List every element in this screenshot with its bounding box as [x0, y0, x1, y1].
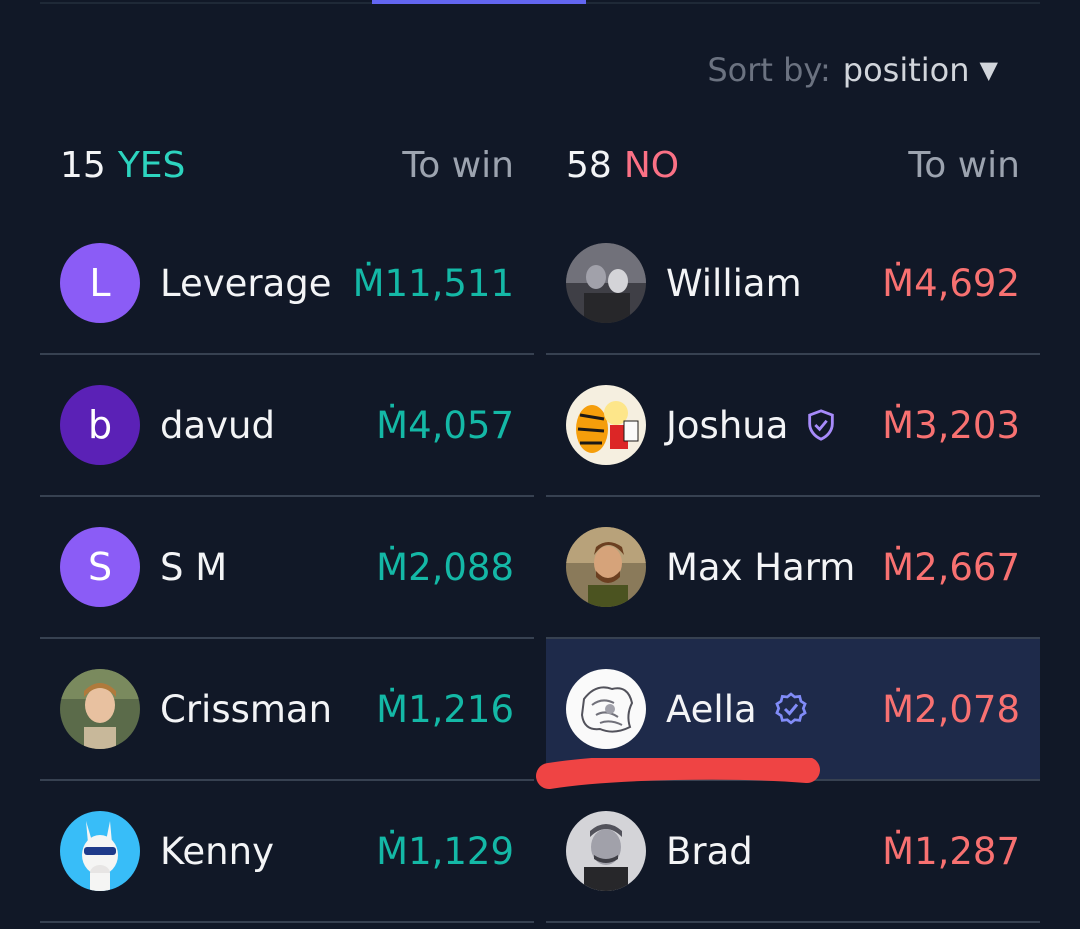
holder-name[interactable]: S M — [160, 546, 227, 589]
to-win-amount: Ṁ1,287 — [882, 829, 1020, 873]
to-win-amount: Ṁ11,511 — [352, 261, 514, 305]
holder-name[interactable]: Brad — [666, 830, 753, 873]
holder-name[interactable]: davud — [160, 404, 275, 447]
verified-icon — [773, 691, 809, 727]
holder-row[interactable]: L Leverage Ṁ11,511 — [40, 213, 534, 355]
avatar-initial: b — [87, 403, 113, 447]
holder-name[interactable]: Crissman — [160, 688, 332, 731]
to-win-amount: Ṁ2,088 — [376, 545, 514, 589]
to-win-amount: Ṁ1,129 — [376, 829, 514, 873]
holder-row[interactable]: William Ṁ4,692 — [546, 213, 1040, 355]
to-win-amount: Ṁ4,057 — [376, 403, 514, 447]
holder-row[interactable]: Kenny Ṁ1,129 — [40, 781, 534, 923]
yes-to-win-header: To win — [402, 144, 514, 186]
yes-header: 15 YES To win — [40, 128, 534, 202]
llama-avatar-icon[interactable] — [60, 811, 140, 891]
sort-control[interactable]: Sort by: position ▼ — [707, 48, 998, 92]
holder-name[interactable]: William — [666, 262, 802, 305]
comic-avatar-icon[interactable] — [566, 385, 646, 465]
holder-row[interactable]: b davud Ṁ4,057 — [40, 355, 534, 497]
avatar[interactable]: L — [60, 243, 140, 323]
photo-avatar-icon[interactable] — [566, 527, 646, 607]
to-win-amount: Ṁ2,667 — [882, 545, 1020, 589]
red-markup-underline — [536, 758, 820, 789]
no-column: 58 NO To win William Ṁ4,692 Joshua Ṁ3,20… — [546, 128, 1040, 923]
yes-column: 15 YES To win L Leverage Ṁ11,511 b davud … — [40, 128, 534, 923]
caret-down-icon[interactable]: ▼ — [980, 56, 998, 84]
avatar-initial: S — [87, 545, 113, 589]
avatar-initial: L — [89, 261, 111, 305]
to-win-amount: Ṁ3,203 — [882, 403, 1020, 447]
holder-name[interactable]: Joshua — [666, 404, 788, 447]
yes-word: YES — [117, 144, 186, 186]
yes-count-label: 15 YES — [60, 145, 185, 186]
sort-value[interactable]: position — [843, 51, 970, 89]
photo-avatar-icon[interactable] — [566, 811, 646, 891]
no-word: NO — [623, 144, 680, 186]
to-win-amount: Ṁ1,216 — [376, 687, 514, 731]
photo-avatar-icon[interactable] — [60, 669, 140, 749]
holder-row[interactable]: Brad Ṁ1,287 — [546, 781, 1040, 923]
sketch-avatar-icon[interactable] — [566, 669, 646, 749]
no-count-label: 58 NO — [566, 145, 679, 186]
to-win-amount: Ṁ2,078 — [882, 687, 1020, 731]
active-tab-indicator — [372, 0, 586, 4]
positions-page: Sort by: position ▼ 15 YES To win L Lever… — [0, 0, 1080, 929]
holder-name[interactable]: Max Harm — [666, 546, 855, 589]
shield-check-icon — [804, 408, 838, 442]
holder-name[interactable]: Aella — [666, 688, 757, 731]
holder-name[interactable]: Leverage — [160, 262, 332, 305]
photo-avatar-icon[interactable] — [566, 243, 646, 323]
holder-row[interactable]: Max Harm Ṁ2,667 — [546, 497, 1040, 639]
holder-row[interactable]: S S M Ṁ2,088 — [40, 497, 534, 639]
no-count: 58 — [566, 144, 612, 186]
avatar[interactable]: S — [60, 527, 140, 607]
no-header: 58 NO To win — [546, 128, 1040, 202]
yes-count: 15 — [60, 144, 106, 186]
to-win-amount: Ṁ4,692 — [882, 261, 1020, 305]
no-to-win-header: To win — [908, 144, 1020, 186]
holder-name[interactable]: Kenny — [160, 830, 274, 873]
sort-label: Sort by: — [707, 51, 831, 89]
holder-row[interactable]: Crissman Ṁ1,216 — [40, 639, 534, 781]
avatar[interactable]: b — [60, 385, 140, 465]
holder-row[interactable]: Joshua Ṁ3,203 — [546, 355, 1040, 497]
